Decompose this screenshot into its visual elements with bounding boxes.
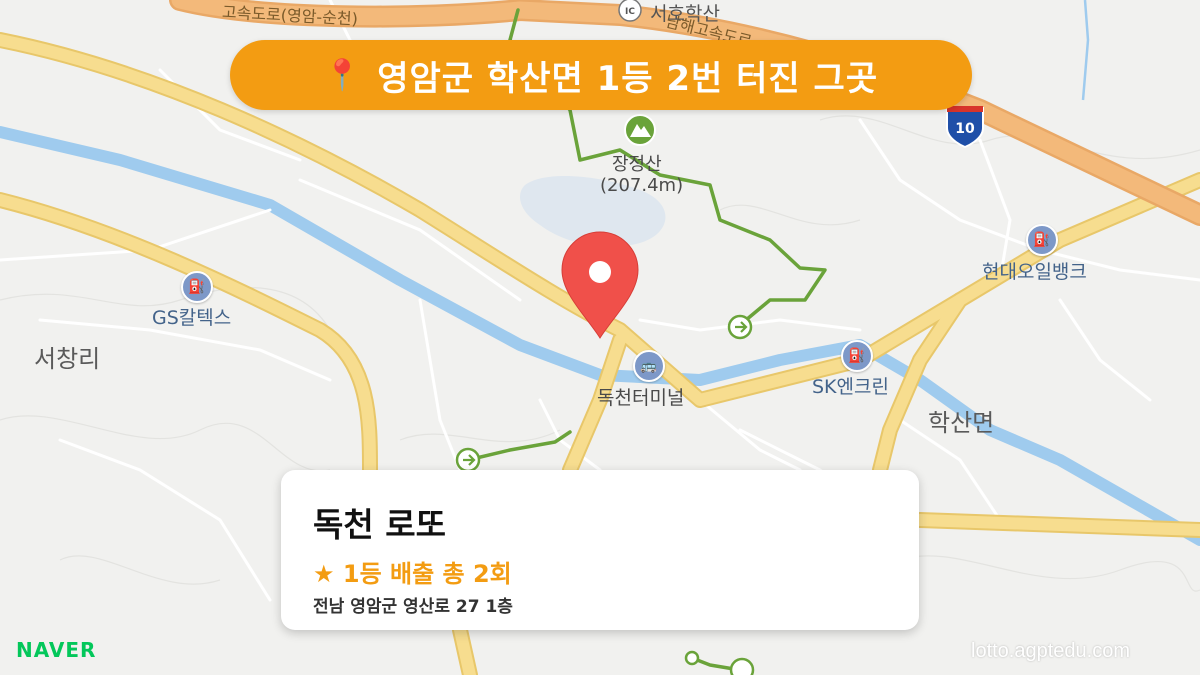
trail-marker-icon[interactable]: [729, 657, 755, 675]
route-number: 10: [955, 121, 975, 137]
banner-title: 영암군 학산면 1등 2번 터진 그곳: [377, 58, 879, 99]
pin-icon: 📍: [323, 57, 362, 93]
store-info-card[interactable]: 독천 로또 ★ 1등 배출 총 2회 전남 영암군 영산로 27 1층: [281, 470, 919, 630]
mountain-name: 장정산: [612, 154, 662, 175]
poi-docheon-terminal[interactable]: 독천터미널: [597, 383, 684, 410]
gas-station-icon[interactable]: ⛽: [1026, 224, 1058, 256]
poi-sk-enclean[interactable]: SK엔크린: [812, 372, 889, 399]
win-count-text: 1등 배출 총 2회: [342, 560, 512, 588]
poi-gs-caltex[interactable]: GS칼텍스: [152, 303, 231, 330]
title-banner: 📍 영암군 학산면 1등 2번 터진 그곳: [230, 40, 972, 110]
store-name: 독천 로또: [313, 505, 446, 544]
route-shield-icon[interactable]: 10: [946, 106, 984, 149]
trail-point-icon: [684, 650, 700, 666]
win-count: ★ 1등 배출 총 2회: [313, 554, 512, 589]
bus-terminal-icon[interactable]: 🚌: [633, 350, 665, 382]
naver-logo: NAVER: [16, 638, 97, 662]
poi-hyundai-oilbank[interactable]: 현대오일뱅크: [982, 257, 1087, 284]
ic-name: 서호학산: [650, 3, 720, 25]
star-icon: ★: [313, 560, 335, 588]
ic-badge: IC: [625, 7, 635, 17]
interchange-icon[interactable]: IC: [618, 0, 642, 22]
place-seochang-ri: 서창리: [34, 345, 101, 373]
trail-marker-icon[interactable]: [727, 314, 753, 340]
gas-station-icon[interactable]: ⛽: [181, 271, 213, 303]
mountain-peak-icon[interactable]: [624, 114, 656, 146]
store-address: 전남 영암군 영산로 27 1층: [313, 597, 513, 617]
river-creek: [1081, 0, 1090, 101]
trail-marker-icon[interactable]: [455, 447, 481, 473]
location-pin-icon[interactable]: [561, 231, 639, 339]
mountain-height: (207.4m): [600, 175, 684, 196]
gas-station-icon[interactable]: ⛽: [841, 340, 873, 372]
place-haksan-myeon: 학산면: [928, 409, 995, 437]
watermark: lotto.agptedu.com: [971, 640, 1130, 662]
